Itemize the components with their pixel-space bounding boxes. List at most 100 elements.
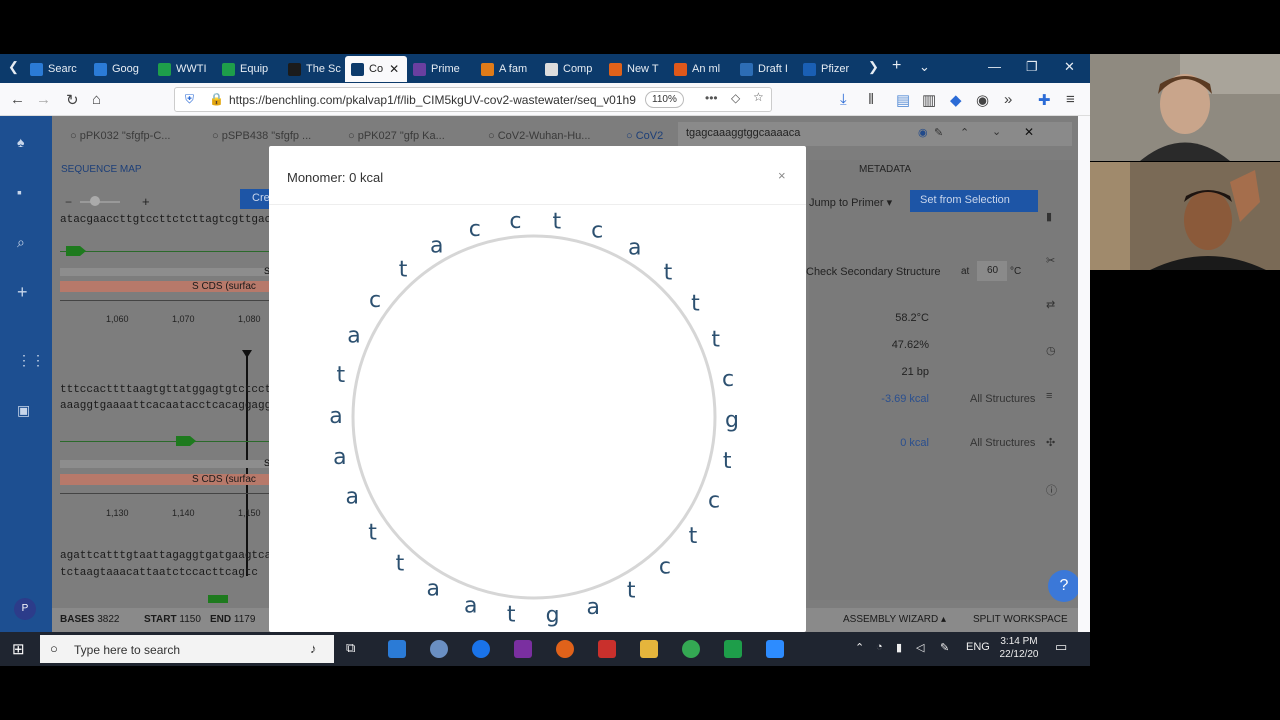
zoom-icon[interactable] <box>766 640 784 658</box>
taskbar-search[interactable]: ○ Type here to search ♪ <box>40 635 334 663</box>
zoom-slider[interactable] <box>80 201 120 203</box>
find-input[interactable]: tgagcaaaggtggcaaaaca <box>686 127 800 139</box>
clock[interactable]: 3:14 PM 22/12/20 <box>996 635 1042 661</box>
browser-tab[interactable]: Searc <box>24 56 86 82</box>
browser-tab[interactable]: Goog <box>88 56 150 82</box>
maps-icon[interactable] <box>472 640 490 658</box>
help-circle-icon[interactable]: ◉ <box>918 126 928 139</box>
assembly-wizard-button[interactable]: ASSEMBLY WIZARD ▴ <box>843 614 946 625</box>
seq-row-5[interactable]: tctaagtaaacattaatctccacttcagtc <box>60 567 258 579</box>
sheets-icon[interactable] <box>724 640 742 658</box>
tab-scroll-right-icon[interactable]: ❯ <box>868 59 879 75</box>
primer-arrow-3[interactable] <box>208 595 228 603</box>
tray-chevron-icon[interactable]: ⌃ <box>855 641 864 654</box>
search-icon[interactable]: ⌕ <box>17 234 25 251</box>
primer-arrow-1[interactable] <box>66 246 86 256</box>
chrome-icon[interactable] <box>682 640 700 658</box>
zoom-in-icon[interactable]: + <box>142 194 150 209</box>
zotero-icon[interactable] <box>598 640 616 658</box>
url-text[interactable]: https://benchling.com/pkalvap1/f/lib_CIM… <box>229 93 639 107</box>
inbox-icon[interactable]: ▣ <box>17 402 30 419</box>
find-close-icon[interactable]: ✕ <box>1024 125 1034 139</box>
zoom-slider-handle[interactable] <box>90 196 100 206</box>
mic-icon[interactable]: ♪ <box>310 641 317 656</box>
pen-icon[interactable]: ✎ <box>940 641 949 654</box>
browser-tab[interactable]: An ml <box>668 56 730 82</box>
overflow-icon[interactable]: » <box>1004 91 1012 108</box>
zoom-out-icon[interactable]: − <box>65 195 72 209</box>
find-prev-icon[interactable]: ⌃ <box>960 126 969 139</box>
seq-row-3[interactable]: aaaggtgaaaattcacaatacctcacaggagg <box>60 400 271 412</box>
browser-tab[interactable]: New T <box>603 56 665 82</box>
lock-icon[interactable]: 🔒 <box>209 92 224 106</box>
browser-tab[interactable]: Prime <box>407 56 469 82</box>
property-value[interactable]: 0 kcal <box>900 437 929 449</box>
scissors-icon[interactable]: ✂ <box>1046 254 1055 267</box>
split-workspace-button[interactable]: SPLIT WORKSPACE <box>973 614 1068 625</box>
windows-start-icon[interactable]: ⊞ <box>12 640 25 658</box>
avatar[interactable]: P <box>14 598 36 620</box>
extension-puzzle-icon[interactable]: ✚ <box>1038 91 1051 109</box>
metadata-tab[interactable]: METADATA <box>859 164 911 175</box>
network-icon[interactable]: ◔ <box>876 641 883 653</box>
r-app-icon[interactable] <box>430 640 448 658</box>
find-next-icon[interactable]: ⌄ <box>992 125 1001 138</box>
benchling-logo-icon[interactable]: ♠ <box>17 134 24 150</box>
check-secondary-structure-button[interactable]: Check Secondary Structure <box>806 266 941 278</box>
tab-close-icon[interactable]: ✕ <box>389 62 399 76</box>
sequence-map-label[interactable]: SEQUENCE MAP <box>61 164 142 175</box>
sequence-tab[interactable]: ○ pSPB438 "sfgfp ... <box>212 130 311 142</box>
back-icon[interactable]: ← <box>10 91 25 108</box>
seq-row-4[interactable]: agattcatttgtaattagaggtgatgaagtcag <box>60 550 278 562</box>
all-structures-link[interactable]: All Structures <box>970 393 1035 405</box>
extension-icon[interactable]: ◆ <box>950 91 962 109</box>
onenote-icon[interactable] <box>514 640 532 658</box>
menu-icon[interactable]: ≡ <box>1066 91 1075 108</box>
sequence-tab[interactable]: ○ pPK027 "gfp Ka... <box>348 130 445 142</box>
sidebar-toggle-icon[interactable]: ▥ <box>922 91 936 109</box>
browser-tab[interactable]: WWTI <box>152 56 214 82</box>
pocket-icon[interactable]: ◇ <box>731 91 740 105</box>
apps-icon[interactable]: ⋮⋮ <box>17 352 45 369</box>
task-view-icon[interactable]: ⧉ <box>346 640 355 656</box>
help-button[interactable]: ? <box>1048 570 1078 602</box>
all-structures-link[interactable]: All Structures <box>970 437 1035 449</box>
reload-icon[interactable]: ↻ <box>66 91 79 109</box>
home-icon[interactable]: ⌂ <box>92 91 101 108</box>
language-label[interactable]: ENG <box>966 641 990 653</box>
browser-tab[interactable]: Draft I <box>734 56 796 82</box>
shield-icon[interactable]: ⛨ <box>185 92 194 107</box>
property-value[interactable]: -3.69 kcal <box>881 393 929 405</box>
file-explorer-icon[interactable] <box>640 640 658 658</box>
bookmark-icon[interactable]: ▮ <box>1046 210 1052 223</box>
browser-tab[interactable]: The Sc <box>282 56 344 82</box>
create-icon[interactable]: + <box>17 282 28 303</box>
find-box[interactable]: tgagcaaaggtggcaaaaca ◉ ✎ ⌃ ⌄ ✕ <box>678 122 1072 146</box>
wrench-icon[interactable]: ✎ <box>934 126 943 139</box>
browser-tab[interactable]: Comp <box>539 56 601 82</box>
volume-icon[interactable]: ◁ <box>916 641 924 654</box>
primer-arrow-2[interactable] <box>176 436 196 446</box>
temperature-input[interactable]: 60 <box>977 261 1007 281</box>
outlook-icon[interactable] <box>388 640 406 658</box>
cds-feature-1[interactable]: S CDS (surfac <box>60 281 270 292</box>
sequence-tab[interactable]: ○ CoV2 <box>626 130 663 142</box>
s-annotation-bar-2[interactable]: S <box>60 458 270 468</box>
browser-tab[interactable]: Co ✕ <box>345 56 407 82</box>
forward-icon[interactable]: → <box>36 91 51 108</box>
seq-row-2[interactable]: tttccacttttaagtgttatggagtgtctcctat <box>60 384 284 396</box>
target-icon[interactable]: ✣ <box>1046 436 1055 449</box>
library-icon[interactable]: ‖ <box>868 91 874 108</box>
page-actions-icon[interactable]: ••• <box>705 91 718 105</box>
notifications-icon[interactable]: ▭ <box>1055 639 1067 655</box>
cds-feature-2[interactable]: S CDS (surfac <box>60 474 270 485</box>
history-icon[interactable]: ◷ <box>1046 344 1056 357</box>
maximize-icon[interactable]: ❐ <box>1026 59 1038 75</box>
swap-icon[interactable]: ⇄ <box>1046 298 1055 311</box>
account-icon[interactable]: ◉ <box>976 91 989 109</box>
download-icon[interactable]: ⤓ <box>840 91 847 108</box>
browser-tab[interactable]: A fam <box>475 56 537 82</box>
list-icon[interactable]: ≡ <box>1046 390 1052 402</box>
set-from-selection-button[interactable]: Set from Selection <box>910 190 1038 212</box>
reader-icon[interactable]: ▤ <box>896 91 910 109</box>
